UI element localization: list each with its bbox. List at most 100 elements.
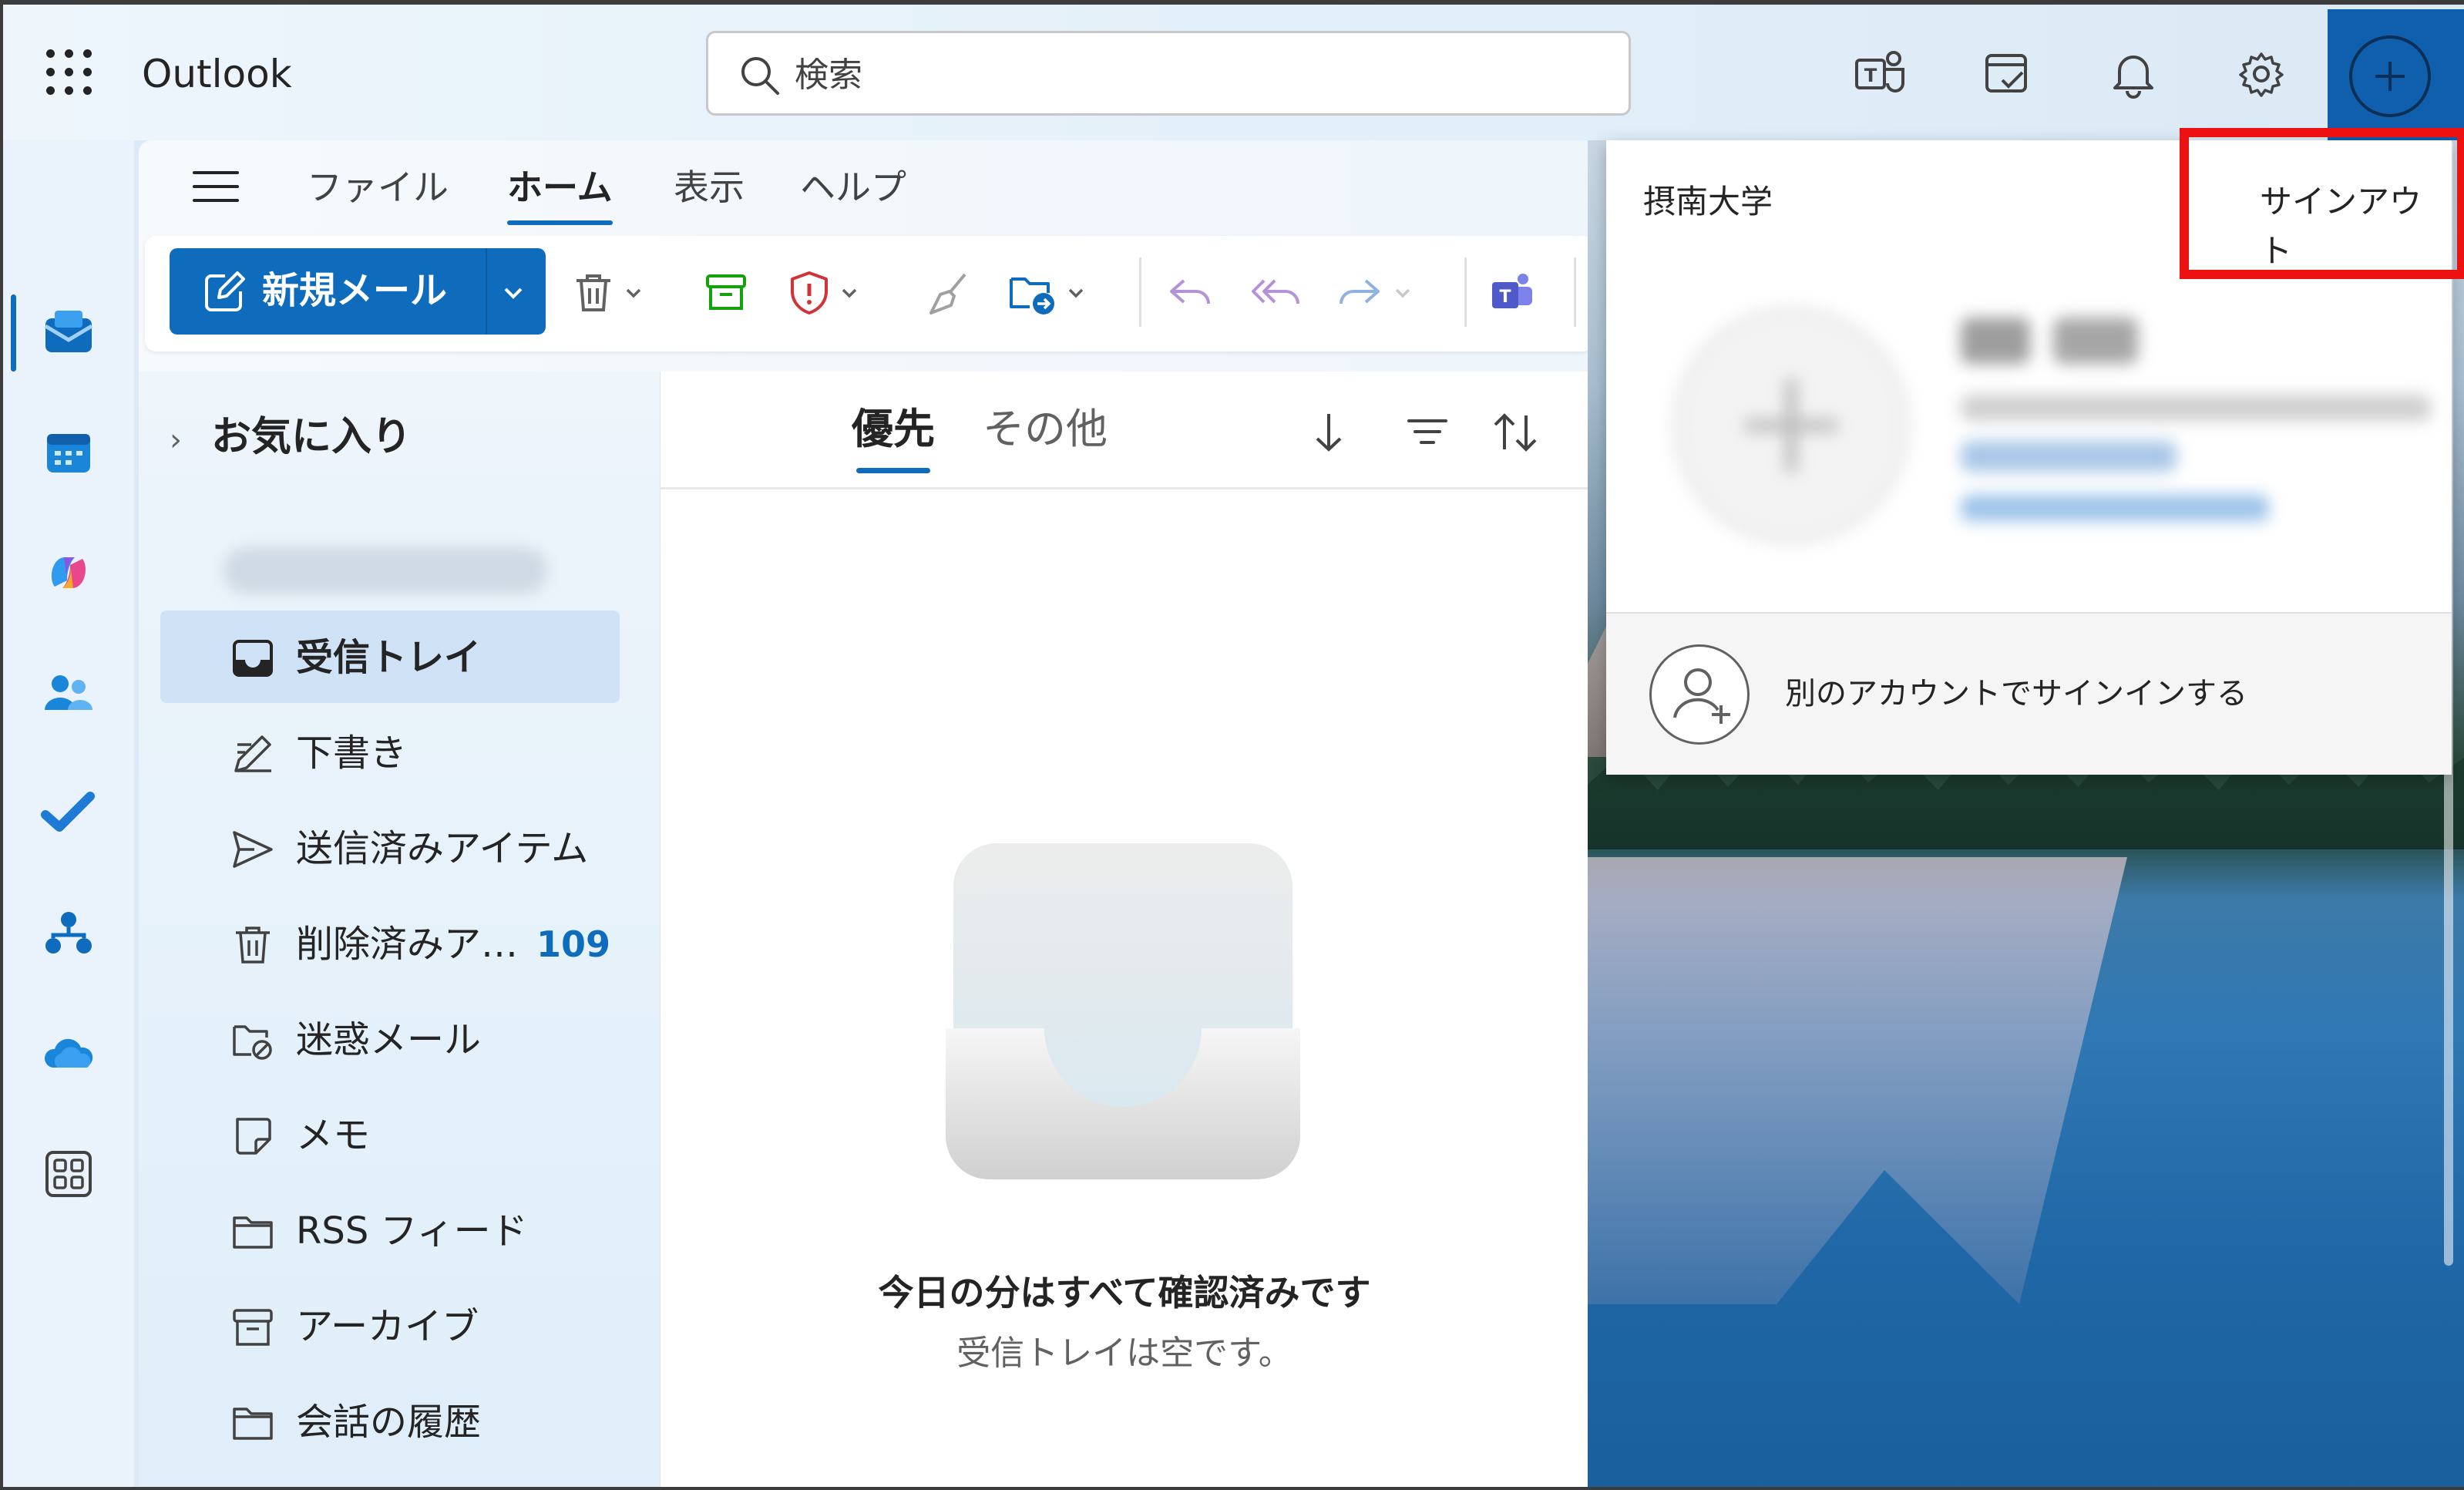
notifications-bell-icon[interactable] (2103, 43, 2164, 105)
filter-icon[interactable] (1400, 405, 1454, 459)
account-name-blurred[interactable] (224, 547, 547, 594)
folder-item-sent[interactable]: 送信済みアイテム (160, 802, 620, 894)
search-box[interactable] (706, 31, 1631, 116)
reply-all-icon (1252, 279, 1299, 304)
move-to-icon (1010, 277, 1054, 314)
new-mail-label: 新規メール (262, 269, 448, 312)
reply-all-button[interactable] (1247, 262, 1306, 324)
app-title[interactable]: Outlook (142, 49, 292, 99)
drafts-icon (234, 735, 271, 772)
add-account-row[interactable]: 別のアカウントでサインインする (1606, 614, 2452, 775)
forward-icon (1340, 279, 1380, 304)
teams-icon[interactable]: T (1850, 43, 1911, 105)
favorites-header[interactable]: › お気に入り (170, 410, 412, 467)
account-plus-icon (2349, 35, 2431, 117)
unread-count-badge: 109 (536, 923, 611, 965)
folder-icon (233, 1408, 273, 1440)
folder-item-rss[interactable]: RSS フィード (160, 1184, 620, 1276)
folder-item-conversation-history[interactable]: 会話の履歴 (160, 1375, 620, 1468)
chevron-down-icon[interactable] (834, 277, 865, 308)
chevron-down-icon[interactable] (618, 277, 649, 308)
ribbon: ファイル ホーム 表示 ヘルプ 新規メール T (139, 140, 1603, 372)
reply-icon (1170, 279, 1210, 304)
report-button[interactable] (785, 262, 865, 324)
folder-name: RSS フィード (296, 1209, 528, 1253)
message-list-header: 優先 その他 (661, 372, 1588, 489)
rail-active-indicator (11, 294, 16, 372)
search-icon (741, 57, 779, 95)
sort-icon[interactable] (1488, 405, 1542, 459)
folder-item-archive[interactable]: アーカイブ (160, 1280, 620, 1372)
notes-icon (236, 1118, 271, 1155)
more-apps-icon[interactable] (34, 1139, 103, 1209)
empty-state-subtitle: 受信トレイは空です。 (956, 1334, 1293, 1373)
folder-item-drafts[interactable]: 下書き (160, 706, 620, 799)
folder-item-deleted[interactable]: 削除済みア… 109 (160, 897, 620, 990)
chevron-right-icon: › (170, 422, 182, 458)
folder-name: 削除済みア… (296, 923, 519, 966)
move-to-button[interactable] (1007, 262, 1091, 324)
people-icon[interactable] (34, 658, 103, 728)
settings-gear-icon[interactable] (2230, 43, 2292, 105)
onedrive-icon[interactable] (34, 1019, 103, 1088)
my-day-icon[interactable] (1976, 43, 2038, 105)
empty-inbox-illustration (946, 843, 1300, 1179)
archive-icon (706, 274, 746, 310)
add-account-label: 別のアカウントでサインインする (1785, 676, 2247, 711)
top-bar: Outlook T (3, 5, 2464, 140)
organization-name: 摂南大学 (1643, 183, 1773, 220)
app-launcher-icon[interactable] (46, 49, 92, 96)
tab-file[interactable]: ファイル (307, 160, 449, 214)
search-input[interactable] (793, 49, 1567, 101)
ribbon-toolbar: 新規メール T (145, 236, 1594, 351)
compose-icon (205, 271, 245, 311)
junk-icon (233, 1025, 272, 1060)
jump-to-icon[interactable] (1302, 405, 1356, 459)
reply-button[interactable] (1162, 262, 1216, 324)
copilot-icon[interactable] (34, 538, 103, 607)
folder-name: 下書き (296, 732, 408, 775)
tab-other[interactable]: その他 (983, 401, 1108, 458)
chevron-down-icon[interactable] (499, 279, 527, 307)
chevron-down-icon[interactable] (1387, 277, 1418, 308)
org-explorer-icon[interactable] (34, 899, 103, 968)
new-mail-button[interactable]: 新規メール (170, 248, 546, 335)
inbox-icon (233, 640, 273, 677)
tab-focused[interactable]: 優先 (852, 401, 935, 473)
delete-icon (577, 274, 610, 311)
folder-item-junk[interactable]: 迷惑メール (160, 993, 620, 1085)
message-list: 優先 その他 今日の分はすべて確認済みです 受信トレイは空です。 (660, 372, 1588, 1487)
todo-icon[interactable] (34, 779, 103, 848)
tab-home[interactable]: ホーム (507, 160, 613, 225)
account-button[interactable] (2328, 9, 2464, 140)
folder-pane: › お気に入り 受信トレイ 下書き 送信済みアイテム 削除済みア… 109 迷惑… (139, 372, 660, 1487)
report-icon (791, 271, 828, 314)
svg-text:T: T (1864, 65, 1877, 86)
chevron-down-icon[interactable] (1061, 277, 1091, 308)
folder-name: 送信済みアイテム (296, 827, 589, 870)
ribbon-tabs: ファイル ホーム 表示 ヘルプ (139, 140, 1603, 233)
sign-out-highlight-box (2180, 128, 2464, 279)
folder-name: アーカイブ (296, 1305, 479, 1348)
forward-button[interactable] (1333, 262, 1418, 324)
sweep-button[interactable] (923, 262, 973, 324)
delete-button[interactable] (569, 262, 649, 324)
folder-item-inbox[interactable]: 受信トレイ (160, 610, 620, 703)
tab-help[interactable]: ヘルプ (800, 160, 906, 214)
teams-share-button[interactable]: T (1487, 262, 1537, 324)
add-person-icon (1649, 644, 1750, 745)
sent-icon (233, 831, 273, 868)
archive-folder-icon (233, 1309, 273, 1346)
folder-item-notes[interactable]: メモ (160, 1088, 620, 1181)
folder-name: メモ (296, 1114, 371, 1157)
folder-name: 受信トレイ (296, 636, 482, 679)
teams-share-icon: T (1492, 274, 1532, 308)
tab-view[interactable]: 表示 (674, 160, 745, 214)
hamburger-menu-icon[interactable] (193, 171, 239, 205)
folder-icon (233, 1216, 273, 1249)
mail-icon[interactable] (34, 298, 103, 367)
trash-icon (236, 927, 270, 964)
account-info-blurred (1672, 307, 2431, 544)
calendar-icon[interactable] (34, 418, 103, 487)
archive-button[interactable] (701, 262, 751, 324)
